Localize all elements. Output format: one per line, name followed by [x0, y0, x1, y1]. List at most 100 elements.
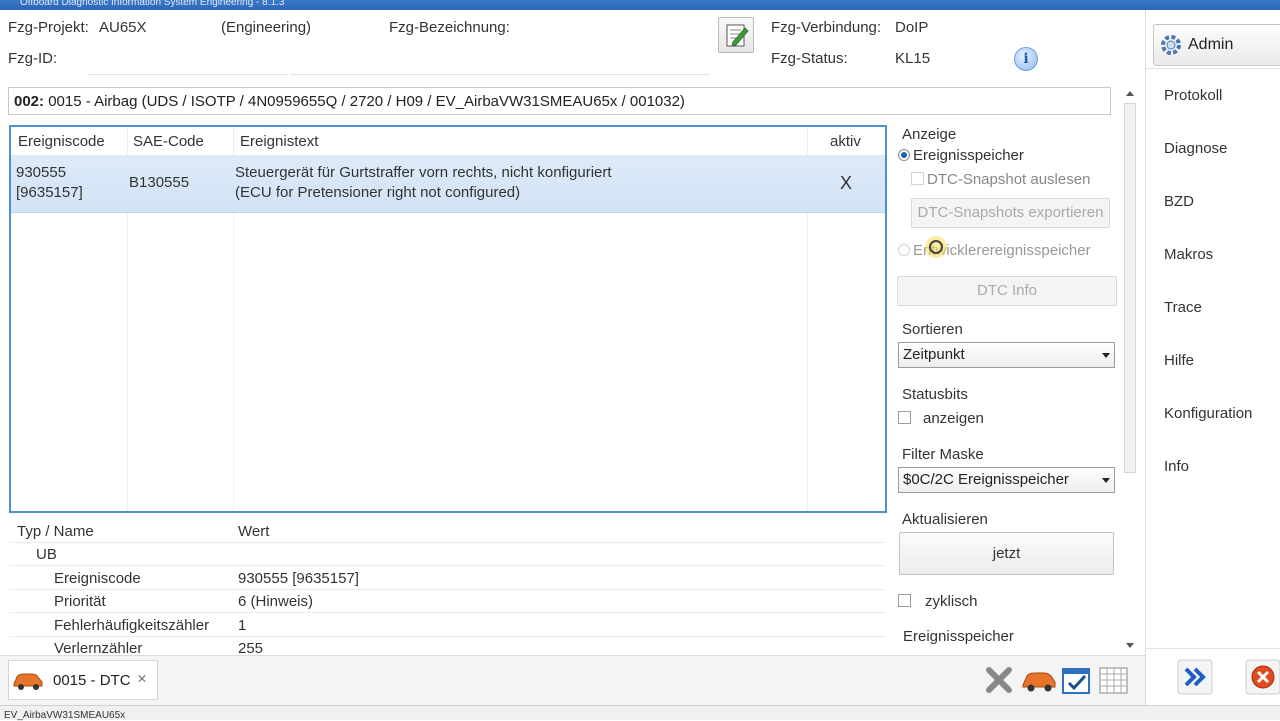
designation-label: Fzg-Bezeichnung: [389, 19, 510, 36]
busy-cursor-icon [925, 236, 947, 258]
status-label: Fzg-Status: [771, 50, 848, 67]
radio-ereignisspeicher-label[interactable]: Ereignisspeicher [913, 147, 1024, 164]
close-icon[interactable] [1245, 659, 1280, 695]
status-bar-text: EV_AirbaVW31SMEAU65x [4, 710, 126, 721]
project-mode: (Engineering) [221, 19, 312, 36]
checkbox-anzeigen[interactable] [898, 411, 911, 424]
details-col-value[interactable]: Wert [238, 523, 269, 540]
filter-label: Filter Maske [902, 446, 984, 463]
details-col-name[interactable]: Typ / Name [17, 523, 94, 540]
cell-code-line2: [9635157] [16, 184, 83, 201]
sidebar-item-bzd[interactable]: BZD [1164, 193, 1194, 210]
project-label: Fzg-Projekt: [8, 19, 89, 36]
sidebar-item-makros[interactable]: Makros [1164, 246, 1213, 263]
ecu-path-bar: 002: 0015 - Airbag (UDS / ISOTP / 4N0959… [8, 87, 1111, 115]
header-divider [807, 127, 808, 155]
tab-dtc[interactable]: 0015 - DTC ✕ [8, 660, 158, 700]
sidebar: Admin Protokoll Diagnose BZD Makros Trac… [1145, 10, 1280, 705]
list-item[interactable]: Fehlerhäufigkeitszähler 1 [9, 614, 885, 637]
car-icon [13, 673, 43, 690]
admin-button-label: Admin [1188, 36, 1234, 53]
vehicle-header: Fzg-Projekt: AU65X (Engineering) Fzg-Bez… [0, 10, 1145, 80]
sort-label: Sortieren [902, 321, 963, 338]
sidebar-item-trace[interactable]: Trace [1164, 299, 1202, 316]
list-item[interactable]: Priorität 6 (Hinweis) [9, 590, 885, 613]
checklist-icon[interactable] [1058, 661, 1096, 699]
checkbox-dtc-snapshot-label[interactable]: DTC-Snapshot auslesen [927, 171, 1090, 188]
cell-text-line2: (ECU for Pretensioner right not configur… [235, 184, 521, 201]
filter-select[interactable]: $0C/2C Ereignisspeicher [898, 467, 1115, 493]
vehicle-id-underline [88, 74, 288, 75]
export-snapshots-button[interactable]: DTC-Snapshots exportieren [911, 198, 1110, 228]
detail-value: 930555 [9635157] [238, 570, 359, 587]
forward-icon[interactable] [1177, 659, 1213, 695]
checkbox-zyklisch[interactable] [898, 594, 911, 607]
col-header-sae-code[interactable]: SAE-Code [133, 133, 204, 150]
update-now-button[interactable]: jetzt [899, 532, 1114, 575]
detail-value: 6 (Hinweis) [238, 593, 314, 610]
col-header-ereignistext[interactable]: Ereignistext [240, 133, 318, 150]
edit-vehicle-button[interactable] [718, 17, 754, 53]
status-bar: EV_AirbaVW31SMEAU65x [0, 705, 1280, 721]
scrollbar-thumb[interactable] [1124, 103, 1136, 473]
chevron-down-icon [1102, 478, 1110, 483]
chevron-down-icon [1102, 353, 1110, 358]
cell-active-x: X [840, 173, 853, 193]
col-header-aktiv[interactable]: aktiv [830, 133, 861, 150]
cell-text-line1: Steuergerät für Gurtstraffer vorn rechts… [235, 164, 612, 181]
sidebar-item-info[interactable]: Info [1164, 458, 1189, 475]
dtc-info-button[interactable]: DTC Info [897, 276, 1117, 306]
cell-sae-code: B130555 [129, 174, 190, 191]
detail-name: Ereigniscode [54, 570, 141, 587]
col-header-ereigniscode[interactable]: Ereigniscode [18, 133, 105, 150]
sidebar-item-protokoll[interactable]: Protokoll [1164, 87, 1222, 104]
scroll-up-icon[interactable] [1121, 87, 1139, 99]
list-item[interactable]: UB [9, 543, 885, 566]
detail-value: 255 [238, 640, 264, 654]
dtc-table[interactable]: Ereigniscode SAE-Code Ereignistext aktiv… [9, 125, 887, 513]
checkbox-anzeigen-label[interactable]: anzeigen [923, 410, 984, 427]
path-prefix: 002: [14, 93, 45, 110]
notepad-pencil-icon [726, 24, 749, 47]
designation-underline [290, 74, 710, 75]
detail-value: 1 [238, 617, 247, 634]
list-item[interactable]: Ereigniscode 930555 [9635157] [9, 567, 885, 590]
vehicle-icon[interactable] [1020, 661, 1058, 699]
tab-close-icon[interactable]: ✕ [137, 672, 147, 686]
radio-entwickler[interactable] [898, 244, 910, 256]
disconnect-icon[interactable] [980, 661, 1018, 699]
vertical-scrollbar[interactable] [1121, 87, 1139, 652]
connection-label: Fzg-Verbindung: [771, 19, 882, 36]
info-icon[interactable]: i [1014, 47, 1038, 71]
statusbits-label: Statusbits [902, 386, 968, 403]
header-divider [233, 127, 234, 155]
radio-ereignisspeicher[interactable] [898, 149, 910, 161]
bottom-toolbar: 0015 - DTC ✕ [0, 655, 1145, 705]
sidebar-item-konfiguration[interactable]: Konfiguration [1164, 405, 1252, 422]
sidebar-item-hilfe[interactable]: Hilfe [1164, 352, 1194, 369]
admin-button[interactable]: Admin [1153, 24, 1280, 66]
checkbox-dtc-snapshot[interactable] [911, 172, 924, 185]
options-panel: Anzeige Ereignisspeicher DTC-Snapshot au… [893, 124, 1123, 654]
connection-value: DoIP [895, 19, 929, 36]
tab-dtc-label: 0015 - DTC [53, 672, 131, 689]
checkbox-zyklisch-label[interactable]: zyklisch [925, 593, 978, 610]
details-table[interactable]: Typ / Name Wert UB Ereigniscode 930555 [… [9, 518, 887, 654]
list-item[interactable]: Verlernzähler 255 [9, 637, 885, 654]
table-row[interactable]: 930555 [9635157] B130555 Steuergerät für… [11, 155, 885, 213]
cell-code-line1: 930555 [16, 164, 67, 181]
sort-select[interactable]: Zeitpunkt [898, 342, 1115, 368]
vehicle-id-label: Fzg-ID: [8, 50, 58, 67]
sidebar-divider [1146, 68, 1280, 69]
sidebar-item-diagnose[interactable]: Diagnose [1164, 140, 1227, 157]
ereignisspeicher-label: Ereignisspeicher [903, 628, 1014, 645]
admin-gear-icon [1161, 35, 1181, 55]
grid-icon[interactable] [1095, 661, 1133, 699]
detail-name: Fehlerhäufigkeitszähler [54, 617, 210, 634]
scroll-down-icon[interactable] [1121, 640, 1139, 652]
sort-select-value: Zeitpunkt [903, 346, 965, 363]
filter-select-value: $0C/2C Ereignisspeicher [903, 471, 1069, 488]
status-value: KL15 [895, 50, 931, 67]
window-title: Offboard Diagnostic Information System E… [20, 0, 285, 8]
detail-name: UB [36, 546, 57, 563]
